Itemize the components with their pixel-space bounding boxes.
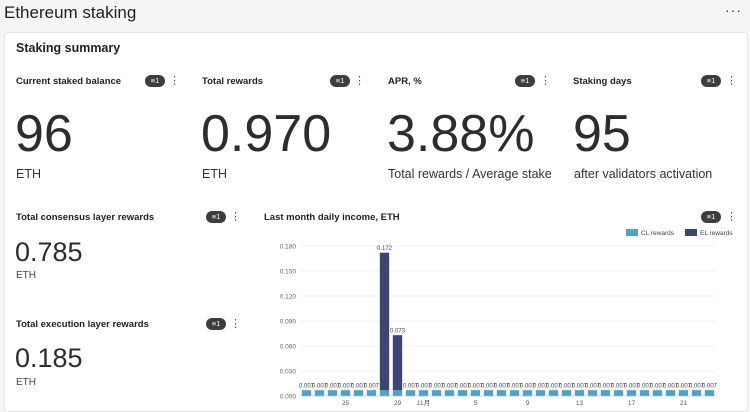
bar xyxy=(574,390,585,396)
bar-data-label: 0.007 xyxy=(364,384,380,390)
bar xyxy=(704,390,715,396)
x-tick-label: 21 xyxy=(680,400,688,407)
bar xyxy=(366,390,377,396)
bar xyxy=(496,390,507,396)
filter-icon[interactable]: ≡1 xyxy=(145,75,165,87)
y-tick-label: 0.120 xyxy=(280,294,297,301)
legend-swatch xyxy=(685,229,697,236)
bar xyxy=(340,390,351,396)
tile-value: 0.185 xyxy=(15,343,83,373)
bar xyxy=(353,390,364,396)
bar xyxy=(301,390,312,396)
tile-value: 96 xyxy=(15,105,73,163)
page-title: Ethereum staking xyxy=(4,3,137,22)
tile-menu-icon[interactable]: ⋮ xyxy=(540,75,551,87)
tile-menu-icon[interactable]: ⋮ xyxy=(230,318,241,330)
bar xyxy=(483,390,494,396)
bar xyxy=(652,390,663,396)
tile-caption: ETH xyxy=(16,377,36,388)
card-title: Staking summary xyxy=(16,41,121,55)
y-tick-label: 0.090 xyxy=(280,319,297,326)
x-tick-label: 29 xyxy=(394,400,402,407)
legend-label: CL rewards xyxy=(641,230,675,237)
bar-data-label: 0.172 xyxy=(377,246,393,252)
tile-menu-icon[interactable]: ⋮ xyxy=(230,211,241,223)
more-options-icon[interactable]: ··· xyxy=(725,2,742,18)
bar xyxy=(665,390,676,396)
tile-value: 95 xyxy=(573,105,631,163)
bar xyxy=(314,390,325,396)
bar xyxy=(561,390,572,396)
bar xyxy=(626,390,637,396)
bar xyxy=(639,390,650,396)
tile-title: Total consensus layer rewards xyxy=(16,212,155,223)
x-tick-label: 17 xyxy=(628,400,636,407)
bar xyxy=(548,390,559,396)
bar-data-label: 0.073 xyxy=(390,329,406,335)
y-tick-label: 0.000 xyxy=(280,394,297,401)
bar xyxy=(522,390,533,396)
bar xyxy=(470,390,481,396)
tile-menu-icon[interactable]: ⋮ xyxy=(726,75,737,87)
daily-income-chart: 0.000 0.030 0.060 0.090 0.120 0.150 0.180 CL re… xyxy=(280,229,733,407)
bar xyxy=(509,390,520,396)
tile-caption: ETH xyxy=(16,270,36,281)
y-tick-label: 0.150 xyxy=(280,269,297,276)
filter-icon[interactable]: ≡1 xyxy=(206,318,226,330)
x-tick-label: 13 xyxy=(576,400,584,407)
bar xyxy=(418,390,429,396)
tile-value: 3.88% xyxy=(387,105,535,163)
tile-menu-icon[interactable]: ⋮ xyxy=(354,75,365,87)
y-tick-label: 0.060 xyxy=(280,344,297,351)
bar xyxy=(587,390,598,396)
y-tick-label: 0.180 xyxy=(280,244,297,251)
bar xyxy=(678,390,689,396)
x-tick-label: 5 xyxy=(474,400,478,407)
filter-icon[interactable]: ≡1 xyxy=(701,75,721,87)
tile-caption: after validators activation xyxy=(574,167,713,181)
bar xyxy=(379,252,390,391)
tile-menu-icon[interactable]: ⋮ xyxy=(169,75,180,87)
tile-caption: Total rewards / Average stake xyxy=(388,167,552,181)
legend-label: EL rewards xyxy=(700,230,733,237)
y-tick-label: 0.030 xyxy=(280,369,297,376)
bar xyxy=(535,390,546,396)
x-tick-label: 11月 xyxy=(417,399,430,407)
bar xyxy=(405,390,416,396)
bar xyxy=(379,390,390,396)
page-header: Ethereum staking ··· xyxy=(0,0,750,30)
bar xyxy=(457,390,468,396)
bar xyxy=(691,390,702,396)
bar xyxy=(431,390,442,396)
tile-title: Staking days xyxy=(573,76,632,87)
tile-caption: ETH xyxy=(202,167,227,181)
bar-data-label: 0.007 xyxy=(702,384,718,390)
legend-swatch xyxy=(626,229,638,236)
tile-title: Current staked balance xyxy=(16,76,122,87)
bar xyxy=(392,335,403,391)
x-tick-label: 9 xyxy=(526,400,530,407)
tile-caption: ETH xyxy=(16,167,41,181)
tile-title: Total rewards xyxy=(202,76,264,87)
x-tick-label: 25 xyxy=(342,400,350,407)
tile-title: APR, % xyxy=(388,76,422,87)
bar xyxy=(392,390,403,396)
tile-title: Total execution layer rewards xyxy=(16,319,149,330)
bar xyxy=(444,390,455,396)
tile-value: 0.970 xyxy=(201,105,332,163)
bar xyxy=(327,390,338,396)
filter-icon[interactable]: ≡1 xyxy=(206,211,226,223)
bar xyxy=(613,390,624,396)
bar xyxy=(600,390,611,396)
tile-value: 0.785 xyxy=(15,237,83,267)
filter-icon[interactable]: ≡1 xyxy=(515,75,535,87)
filter-icon[interactable]: ≡1 xyxy=(330,75,350,87)
